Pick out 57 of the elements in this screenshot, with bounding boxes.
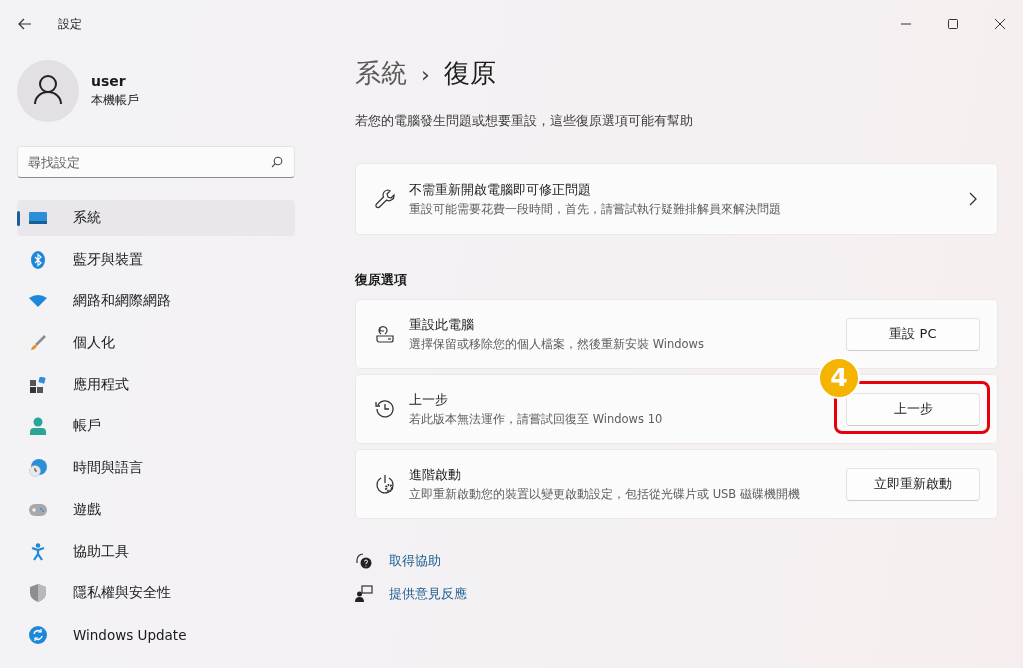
power-gear-icon [375, 474, 395, 494]
reset-pc-icon [375, 324, 395, 344]
nav-item[interactable]: 協助工具 [17, 533, 295, 570]
gamepad-icon [29, 503, 47, 516]
wrench-icon [375, 189, 395, 209]
card-description: 重設可能需要花費一段時間，首先，請嘗試執行疑難排解員來解決問題 [409, 202, 782, 217]
option-title: 進階啟動 [409, 466, 462, 484]
bluetooth-icon [29, 250, 47, 269]
help-link[interactable]: 提供意見反應 [389, 585, 467, 603]
apps-icon [29, 376, 47, 393]
close-icon[interactable] [995, 19, 1005, 29]
avatar-icon [17, 60, 79, 122]
section-heading: 復原選項 [355, 271, 408, 289]
maximize-icon[interactable] [948, 19, 958, 29]
feedback-icon [355, 585, 373, 603]
help-link[interactable]: 取得協助 [389, 552, 441, 570]
nav-item[interactable]: 帳戶 [17, 408, 295, 445]
brush-icon [29, 335, 47, 352]
option-description: 立即重新啟動您的裝置以變更啟動設定，包括從光碟片或 USB 磁碟機開機 [409, 487, 801, 502]
search-icon [271, 156, 283, 168]
search-field[interactable]: 尋找設定 [17, 146, 295, 178]
nav-item[interactable]: 時間與語言 [17, 450, 295, 487]
option-title: 重設此電腦 [409, 316, 475, 334]
history-icon [375, 399, 395, 419]
accessibility-icon [29, 542, 47, 561]
nav-item[interactable]: 系統 [17, 200, 295, 236]
nav-item[interactable]: 隱私權與安全性 [17, 575, 295, 612]
page-title: 復原 [443, 57, 496, 90]
option-title: 上一步 [409, 391, 449, 409]
monitor-icon [29, 211, 47, 225]
globe-clock-icon [29, 459, 47, 478]
help-icon [355, 552, 373, 570]
card-title: 不需重新開啟電腦即可修正問題 [409, 181, 592, 199]
action-button[interactable]: 立即重新啟動 [846, 467, 980, 501]
nav-item[interactable]: 藍牙與裝置 [17, 241, 295, 278]
wifi-icon [29, 295, 47, 308]
nav-item[interactable]: Windows Update [17, 616, 295, 653]
action-button[interactable]: 上一步 [846, 392, 980, 426]
user-name: user [91, 73, 127, 89]
action-button[interactable]: 重設 PC [846, 317, 980, 351]
sync-icon [29, 625, 47, 644]
nav-item[interactable]: 應用程式 [17, 366, 295, 403]
option-description: 選擇保留或移除您的個人檔案，然後重新安裝 Windows [409, 337, 705, 352]
shield-icon [29, 584, 47, 603]
account-type: 本機帳戶 [91, 92, 139, 109]
page-description: 若您的電腦發生問題或想要重設，這些復原選項可能有幫助 [355, 113, 694, 130]
nav-item[interactable]: 遊戲 [17, 491, 295, 528]
window-title: 設定 [58, 15, 82, 33]
breadcrumb-separator: › [421, 62, 430, 87]
breadcrumb-parent[interactable]: 系統 [355, 56, 407, 91]
nav-item[interactable]: 網路和網際網路 [17, 283, 295, 320]
fix-problems-card[interactable]: 不需重新開啟電腦即可修正問題 重設可能需要花費一段時間，首先，請嘗試執行疑難排解員來解決問題 [355, 163, 998, 235]
nav-item[interactable]: 個人化 [17, 325, 295, 362]
chevron-right-icon [969, 192, 977, 206]
person-icon [29, 417, 47, 436]
back-icon[interactable] [18, 18, 32, 30]
option-description: 若此版本無法運作，請嘗試回復至 Windows 10 [409, 412, 664, 427]
